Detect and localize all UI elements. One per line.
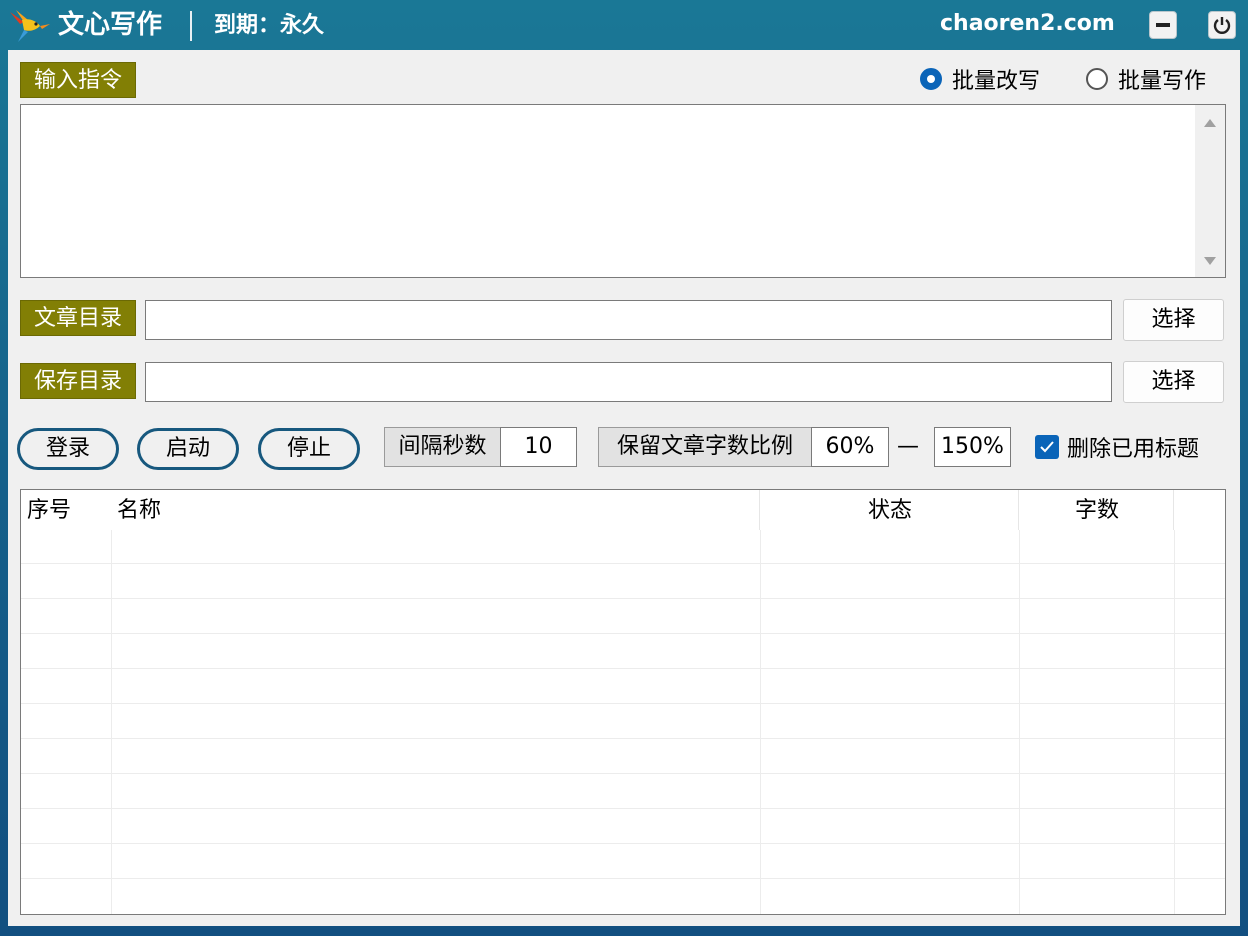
article-dir-choose-button[interactable]: 选择 [1123,299,1224,341]
task-table[interactable]: 序号 名称 状态 字数 [20,489,1226,915]
column-header-status[interactable]: 状态 [761,490,1019,530]
radio-selected-icon [920,68,942,90]
article-dir-input[interactable] [145,300,1112,340]
expiry-status: 到期：永久 [214,13,325,38]
grid-column-line [111,530,112,914]
mode-write-label: 批量写作 [1118,69,1207,94]
app-title: 文心写作 [58,10,163,40]
grid-row-line [21,598,1225,599]
title-bar: 文心写作 到期：永久 chaoren2.com [0,0,1248,50]
scroll-down-arrow-icon[interactable] [1204,257,1216,265]
save-dir-choose-button[interactable]: 选择 [1123,361,1224,403]
checkbox-checked-icon [1035,435,1059,459]
login-button[interactable]: 登录 [17,428,119,470]
column-header-name[interactable]: 名称 [117,490,162,530]
hummingbird-logo-icon [10,10,50,42]
grid-column-line [760,530,761,914]
save-dir-input[interactable] [145,362,1112,402]
interval-input[interactable]: 10 [500,427,577,467]
header-divider [1018,490,1019,530]
minimize-icon [1156,23,1170,27]
save-dir-label: 保存目录 [20,363,136,399]
grid-column-line [1174,530,1175,914]
main-panel: 输入指令 批量改写 批量写作 文章目录 选择 保存目录 选择 登录 启动 停止 … [8,50,1240,926]
column-header-index[interactable]: 序号 [27,490,72,530]
minimize-button[interactable] [1149,11,1177,39]
grid-row-line [21,668,1225,669]
column-header-wordcount[interactable]: 字数 [1020,490,1174,530]
grid-row-line [21,808,1225,809]
stop-button[interactable]: 停止 [258,428,360,470]
title-divider [190,11,192,41]
mode-radio-write[interactable]: 批量写作 [1086,64,1206,94]
grid-row-line [21,843,1225,844]
delete-used-checkbox[interactable]: 删除已用标题 [1035,430,1199,464]
grid-row-line [21,878,1225,879]
article-dir-label: 文章目录 [20,300,136,336]
ratio-max-input[interactable]: 150% [934,427,1011,467]
command-scrollbar[interactable] [1195,105,1225,277]
radio-unselected-icon [1086,68,1108,90]
command-textarea[interactable] [20,104,1226,278]
header-divider [759,490,760,530]
grid-column-line [1019,530,1020,914]
grid-row-line [21,738,1225,739]
ratio-min-input[interactable]: 60% [811,427,889,467]
command-label: 输入指令 [20,62,136,98]
start-button[interactable]: 启动 [137,428,239,470]
ratio-separator: — [897,434,919,459]
header-divider [1173,490,1174,530]
scroll-up-arrow-icon[interactable] [1204,119,1216,127]
site-link[interactable]: chaoren2.com [940,10,1115,38]
grid-row-line [21,563,1225,564]
power-button[interactable] [1208,11,1236,39]
delete-used-label: 删除已用标题 [1067,437,1200,462]
mode-radio-rewrite[interactable]: 批量改写 [920,64,1040,94]
grid-row-line [21,633,1225,634]
mode-rewrite-label: 批量改写 [952,69,1041,94]
grid-row-line [21,703,1225,704]
ratio-label: 保留文章字数比例 [598,427,812,467]
grid-row-line [21,773,1225,774]
interval-label: 间隔秒数 [384,427,501,467]
power-icon [1213,17,1231,34]
